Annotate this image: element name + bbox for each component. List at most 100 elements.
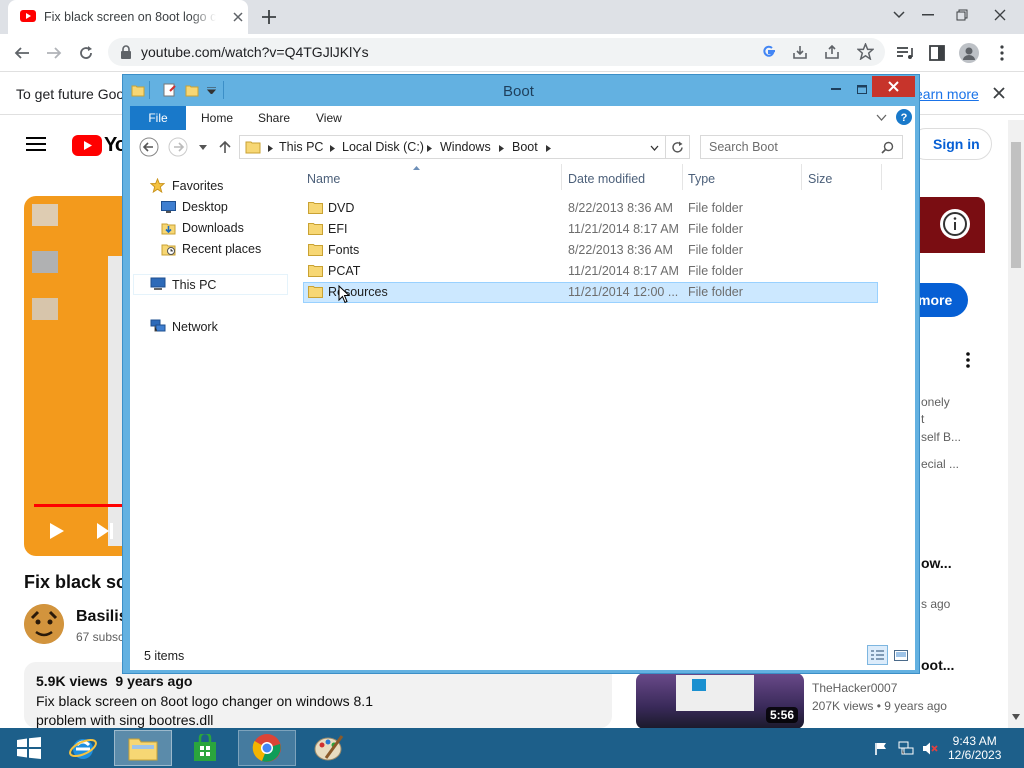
qat-dropdown-icon[interactable] [207, 87, 216, 94]
action-center-flag-icon[interactable] [874, 742, 888, 756]
ribbon-tab-file[interactable]: File [130, 106, 186, 130]
address-history-chevron-icon[interactable] [650, 145, 659, 151]
back-icon[interactable] [10, 41, 34, 65]
ribbon-tab-home[interactable]: Home [201, 111, 233, 125]
minimize-icon[interactable] [912, 0, 944, 30]
breadcrumb-local-disk[interactable]: Local Disk (C:) [342, 140, 424, 154]
file-row-selected[interactable]: Resources 11/21/2014 12:00 ... File fold… [303, 282, 878, 303]
refresh-button[interactable] [666, 135, 690, 159]
profile-avatar-icon[interactable] [957, 41, 981, 65]
side-panel-icon[interactable] [925, 41, 949, 65]
breadcrumb-separator-icon[interactable] [427, 145, 432, 152]
ribbon-tab-view[interactable]: View [316, 111, 342, 125]
file-row[interactable]: EFI 11/21/2014 8:17 AM File folder [303, 219, 878, 240]
breadcrumb-boot[interactable]: Boot [512, 140, 538, 154]
media-controls-icon[interactable] [893, 41, 917, 65]
recommended-thumbnail[interactable]: 5:56 [636, 673, 804, 729]
share-icon[interactable] [824, 44, 840, 60]
address-bar[interactable]: youtube.com/watch?v=Q4TGJlJKlYs [108, 38, 885, 66]
properties-icon[interactable] [163, 83, 177, 97]
store-icon[interactable] [176, 730, 234, 766]
column-header-type[interactable]: Type [688, 172, 715, 186]
video-player[interactable] [24, 196, 122, 556]
info-bar-close-icon[interactable] [993, 87, 1005, 99]
nav-desktop[interactable]: Desktop [182, 200, 228, 214]
search-box[interactable]: Search Boot [700, 135, 903, 159]
tab-search-chevron-icon[interactable] [883, 0, 915, 30]
column-separator[interactable] [682, 164, 683, 190]
nav-recent-places[interactable]: Recent places [182, 242, 261, 256]
breadcrumb-separator-icon[interactable] [330, 145, 335, 152]
scrollbar-thumb[interactable] [1011, 142, 1021, 268]
youtube-logo[interactable]: Yo [72, 134, 127, 157]
breadcrumb-this-pc[interactable]: This PC [279, 140, 323, 154]
explorer-forward-icon[interactable] [168, 137, 188, 157]
file-explorer-window[interactable]: Boot File Home Share View ? This PC Loca… [122, 74, 920, 674]
column-separator[interactable] [801, 164, 802, 190]
column-header-name[interactable]: Name [307, 172, 340, 186]
chrome-menu-icon[interactable] [990, 41, 1014, 65]
system-clock[interactable]: 9:43 AM 12/6/2023 [948, 734, 1001, 762]
page-scrollbar[interactable] [1008, 120, 1024, 728]
up-arrow-icon[interactable] [218, 140, 232, 154]
google-lens-icon[interactable] [761, 44, 777, 60]
lock-icon[interactable] [120, 45, 132, 59]
explorer-back-icon[interactable] [139, 137, 159, 157]
details-view-icon[interactable] [867, 645, 888, 665]
hamburger-menu-icon[interactable] [26, 136, 46, 152]
breadcrumb-separator-icon[interactable] [546, 145, 551, 152]
bookmark-star-icon[interactable] [857, 43, 874, 60]
volume-muted-icon[interactable] [922, 741, 938, 756]
file-row[interactable]: PCAT 11/21/2014 8:17 AM File folder [303, 261, 878, 282]
scroll-down-icon[interactable] [1012, 714, 1020, 720]
explorer-minimize-icon[interactable] [823, 78, 849, 100]
help-icon[interactable]: ? [896, 109, 912, 125]
file-row[interactable]: Fonts 8/22/2013 8:36 AM File folder [303, 240, 878, 261]
new-folder-icon[interactable] [185, 83, 199, 97]
internet-explorer-icon[interactable] [54, 730, 112, 766]
forward-icon[interactable] [42, 41, 66, 65]
start-button[interactable] [0, 730, 58, 766]
explorer-address-bar[interactable]: This PC Local Disk (C:) Windows Boot [239, 135, 666, 159]
breadcrumb-separator-icon[interactable] [268, 145, 273, 152]
learn-more-link[interactable]: earn more [915, 86, 979, 102]
sign-in-button[interactable]: Sign in [910, 128, 992, 160]
large-icons-view-icon[interactable] [890, 645, 911, 665]
install-app-icon[interactable] [792, 44, 808, 60]
ribbon-tab-share[interactable]: Share [258, 111, 290, 125]
play-icon[interactable] [49, 522, 65, 540]
video-progress-bar[interactable] [34, 504, 122, 507]
nav-this-pc[interactable]: This PC [172, 278, 216, 292]
ribbon-expand-icon[interactable] [876, 114, 887, 121]
nav-favorites[interactable]: Favorites [172, 179, 223, 193]
nav-network[interactable]: Network [172, 320, 218, 334]
recent-locations-icon[interactable] [199, 145, 207, 150]
channel-avatar[interactable] [24, 604, 64, 644]
tab-close-icon[interactable] [232, 11, 244, 23]
search-icon[interactable] [881, 141, 894, 154]
network-tray-icon[interactable] [898, 741, 914, 756]
file-date: 11/21/2014 12:00 ... [568, 285, 679, 299]
column-separator[interactable] [881, 164, 882, 190]
file-row[interactable]: DVD 8/22/2013 8:36 AM File folder [303, 198, 878, 219]
recommended-channel[interactable]: TheHacker0007 [812, 681, 897, 695]
reload-icon[interactable] [74, 41, 98, 65]
column-header-date-modified[interactable]: Date modified [568, 172, 645, 186]
file-explorer-taskbar-icon[interactable] [114, 730, 172, 766]
kebab-menu-icon[interactable] [966, 352, 970, 368]
breadcrumb-windows[interactable]: Windows [440, 140, 491, 154]
restore-icon[interactable] [946, 0, 978, 30]
paint-app-icon[interactable] [300, 730, 358, 766]
chrome-taskbar-icon[interactable] [238, 730, 296, 766]
channel-name[interactable]: Basilis [76, 608, 128, 626]
breadcrumb-separator-icon[interactable] [499, 145, 504, 152]
column-header-size[interactable]: Size [808, 172, 832, 186]
browser-tab[interactable]: Fix black screen on 8oot logo changer [8, 0, 248, 34]
window-close-icon[interactable] [984, 0, 1016, 30]
nav-downloads[interactable]: Downloads [182, 221, 244, 235]
info-icon[interactable] [939, 208, 971, 240]
new-tab-icon[interactable] [259, 7, 279, 27]
column-separator[interactable] [561, 164, 562, 190]
explorer-close-icon[interactable] [872, 76, 915, 97]
next-icon[interactable] [96, 522, 114, 540]
